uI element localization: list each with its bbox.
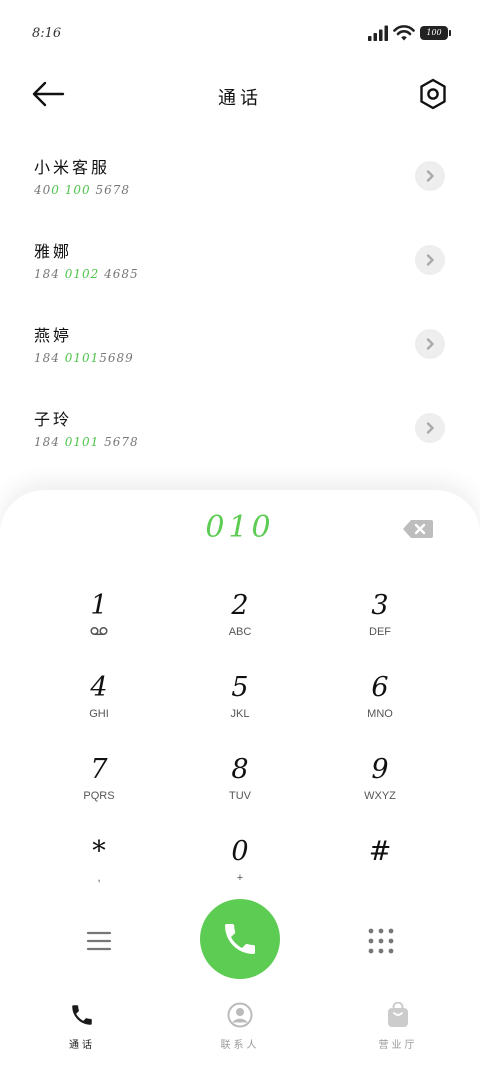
dial-key-0[interactable]: 0 + [190,836,290,906]
list-item[interactable]: 雅娜 184 0102 4685 [0,224,480,308]
backspace-icon[interactable] [402,518,434,540]
wifi-icon [393,25,415,41]
chevron-right-icon [426,170,434,182]
contact-number: 400 100 5678 [34,183,130,197]
settings-hexagon-icon[interactable] [416,76,450,112]
dial-key-1[interactable]: 1 [49,590,149,660]
tab-contacts[interactable]: 联系人 [190,988,290,1067]
dial-key-6[interactable]: 6 MNO [330,672,430,742]
status-bar: 8:16 100 [0,0,480,64]
dial-key-7[interactable]: 7 PQRS [49,754,149,824]
signal-icon [368,25,388,41]
dial-key-9[interactable]: 9 WXYZ [330,754,430,824]
contact-icon [227,1002,253,1028]
list-item[interactable]: 燕婷 184 01015689 [0,308,480,392]
contact-name: 雅娜 [34,242,73,261]
tab-calls[interactable]: 通话 [32,988,132,1067]
status-time: 8:16 [32,26,62,41]
dial-key-star[interactable]: * , [49,836,149,906]
contact-name: 燕婷 [34,326,73,345]
dial-key-8[interactable]: 8 TUV [190,754,290,824]
tab-service-hall[interactable]: 营业厅 [348,988,448,1067]
list-item[interactable]: 小米客服 400 100 5678 [0,140,480,224]
chevron-right-icon [426,422,434,434]
contact-number: 184 0102 4685 [34,267,139,281]
menu-icon[interactable] [84,926,114,956]
chevron-right-icon [426,254,434,266]
detail-chevron-button[interactable] [415,329,445,359]
bag-icon [388,1002,408,1027]
tab-label: 联系人 [220,1040,260,1051]
contact-number: 184 01015689 [34,351,134,365]
tab-label: 营业厅 [378,1040,418,1051]
bottom-nav: 通话 联系人 营业厅 [0,988,480,1067]
call-button[interactable] [200,899,280,979]
detail-chevron-button[interactable] [415,161,445,191]
dial-key-5[interactable]: 5 JKL [190,672,290,742]
dial-key-2[interactable]: 2 ABC [190,590,290,660]
contact-name: 子玲 [34,410,73,429]
dial-key-3[interactable]: 3 DEF [330,590,430,660]
detail-chevron-button[interactable] [415,245,445,275]
voicemail-icon [90,626,108,636]
contact-number: 184 0101 5678 [34,435,139,449]
phone-icon [225,924,255,954]
contact-list: 小米客服 400 100 5678 雅娜 184 0102 4685 燕婷 18… [0,140,480,476]
page-title: 通话 [218,88,262,109]
dial-key-hash[interactable]: # [330,836,430,906]
contact-name: 小米客服 [34,158,111,177]
dial-pad-panel: 010 1 2 ABC 3 DEF 4 GHI 5 JKL 6 MNO 7 PQ… [0,490,480,1067]
phone-icon [72,1005,92,1025]
dial-key-4[interactable]: 4 GHI [49,672,149,742]
detail-chevron-button[interactable] [415,413,445,443]
chevron-right-icon [426,338,434,350]
battery-icon: 100 [420,26,451,40]
keypad-grid-icon[interactable] [366,926,396,956]
list-item[interactable]: 子玲 184 0101 5678 [0,392,480,476]
tab-label: 通话 [69,1040,95,1051]
